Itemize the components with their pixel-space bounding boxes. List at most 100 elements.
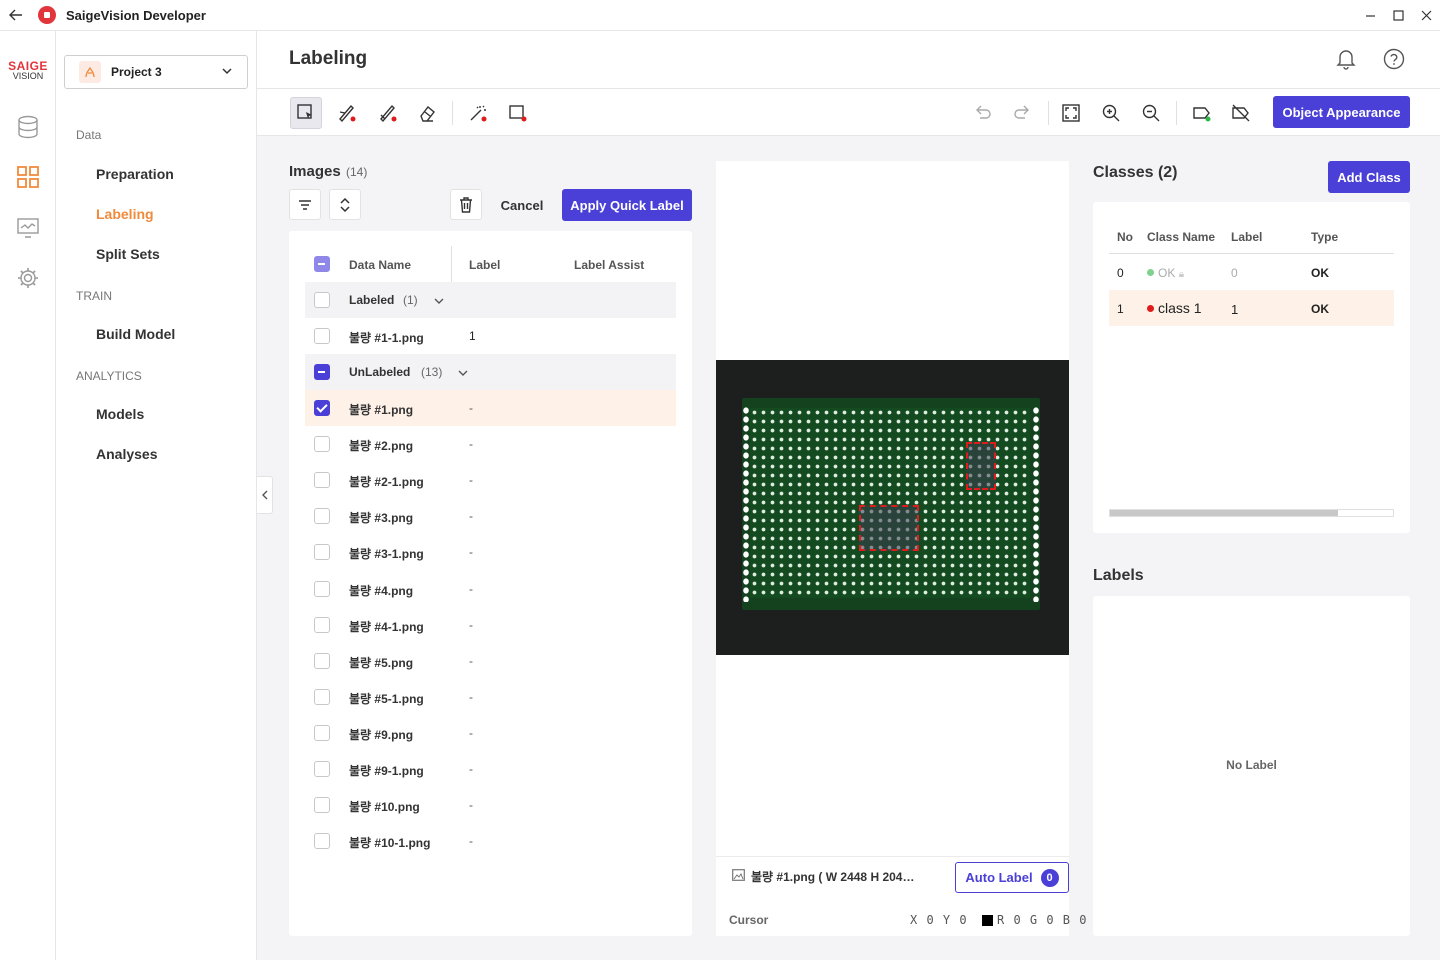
row-checkbox[interactable]: [314, 761, 330, 777]
row-checkbox[interactable]: [314, 688, 330, 705]
horizontal-scrollbar[interactable]: [1109, 509, 1394, 517]
select-tool-icon[interactable]: [290, 97, 322, 129]
minimize-icon[interactable]: [1356, 0, 1384, 31]
row-label: -: [469, 545, 473, 560]
chevron-down-icon[interactable]: [433, 294, 445, 309]
defect-box[interactable]: [859, 505, 919, 551]
images-count: (14): [346, 165, 368, 179]
table-row[interactable]: 불량 #10.png -: [305, 787, 676, 823]
filter-icon[interactable]: [289, 189, 321, 220]
hide-labels-icon[interactable]: [1225, 97, 1257, 129]
row-name: 불량 #2.png: [349, 439, 414, 454]
table-row[interactable]: 불량 #10-1.png -: [305, 823, 676, 859]
row-checkbox[interactable]: [314, 508, 330, 525]
app-logo-icon: [38, 6, 56, 24]
back-arrow-icon[interactable]: [0, 0, 31, 31]
monitor-chart-icon[interactable]: [14, 214, 42, 242]
nav-item-labeling[interactable]: Labeling: [96, 206, 154, 222]
chevron-down-icon[interactable]: [457, 366, 469, 381]
row-checkbox[interactable]: [314, 833, 330, 850]
bell-icon[interactable]: [1333, 46, 1359, 72]
group-unlabeled-checkbox[interactable]: [314, 364, 330, 380]
auto-label-button[interactable]: Auto Label 0: [955, 862, 1069, 893]
sidebar: Project 3 Data Preparation Labeling Spli…: [56, 31, 257, 960]
row-checkbox[interactable]: [314, 400, 330, 416]
group-labeled[interactable]: Labeled (1): [305, 282, 676, 318]
labels-title: Labels: [1093, 567, 1144, 584]
table-row[interactable]: 불량 #5.png -: [305, 643, 676, 679]
row-checkbox[interactable]: [314, 797, 330, 814]
class-row[interactable]: 0 OK 🔒︎ 0 OK: [1109, 254, 1394, 290]
select-all-checkbox[interactable]: [314, 256, 330, 272]
labeling-grid-icon[interactable]: [14, 163, 42, 191]
row-checkbox[interactable]: [314, 328, 330, 344]
add-class-button[interactable]: Add Class: [1328, 161, 1410, 193]
nav-item-build-model[interactable]: Build Model: [96, 326, 175, 342]
toolbar: Object Appearance: [257, 89, 1440, 136]
nav-item-preparation[interactable]: Preparation: [96, 166, 174, 182]
database-icon[interactable]: [14, 113, 42, 141]
table-row[interactable]: 불량 #4-1.png -: [305, 607, 676, 643]
sort-icon[interactable]: [329, 189, 361, 220]
table-row[interactable]: 불량 #1.png -: [305, 390, 676, 426]
nav-item-split-sets[interactable]: Split Sets: [96, 246, 160, 262]
brand-line-1: SAIGE: [8, 59, 48, 73]
box-tool-icon[interactable]: [502, 97, 534, 129]
eraser-tool-icon[interactable]: [411, 97, 443, 129]
close-icon[interactable]: [1412, 0, 1440, 31]
class-row[interactable]: 1 class 1 1 OK: [1109, 290, 1394, 326]
polygon-brush-tool-icon[interactable]: [372, 97, 404, 129]
class-color-dot: [1147, 305, 1154, 312]
row-checkbox[interactable]: [314, 544, 330, 561]
group-labeled-count: (1): [403, 293, 418, 307]
row-name: 불량 #4.png: [349, 583, 414, 598]
table-row[interactable]: 불량 #2.png -: [305, 426, 676, 462]
collapse-sidebar-button[interactable]: [257, 476, 273, 514]
class-name: OK 🔒︎: [1147, 266, 1184, 280]
labels-panel: No Label: [1093, 596, 1410, 936]
table-row[interactable]: 불량 #9-1.png -: [305, 751, 676, 787]
table-row[interactable]: 불량 #3.png -: [305, 498, 676, 534]
row-checkbox[interactable]: [314, 724, 330, 741]
zoom-out-icon[interactable]: [1135, 97, 1167, 129]
project-select[interactable]: Project 3: [64, 55, 248, 89]
table-row[interactable]: 불량 #1-1.png 1: [305, 318, 676, 354]
group-unlabeled-count: (13): [421, 365, 443, 379]
pcb-image: [742, 398, 1040, 610]
group-unlabeled[interactable]: UnLabeled (13): [305, 354, 676, 390]
redo-icon[interactable]: [1006, 97, 1038, 129]
fit-screen-icon[interactable]: [1055, 97, 1087, 129]
gear-icon[interactable]: [14, 264, 42, 292]
table-row[interactable]: 불량 #9.png -: [305, 715, 676, 751]
nav-item-models[interactable]: Models: [96, 406, 144, 422]
table-row[interactable]: 불량 #5-1.png -: [305, 679, 676, 715]
table-row[interactable]: 불량 #3-1.png -: [305, 534, 676, 570]
group-labeled-checkbox[interactable]: [314, 292, 330, 308]
table-row[interactable]: 불량 #2-1.png -: [305, 462, 676, 498]
nav-section-train: TRAIN: [76, 289, 112, 303]
row-checkbox[interactable]: [314, 652, 330, 669]
help-icon[interactable]: [1381, 46, 1407, 72]
cancel-button[interactable]: Cancel: [491, 190, 553, 220]
brush-tool-icon[interactable]: [331, 97, 363, 129]
column-class-label: Label: [1231, 230, 1263, 244]
maximize-icon[interactable]: [1384, 0, 1412, 31]
undo-icon[interactable]: [967, 97, 999, 129]
trash-icon[interactable]: [450, 189, 482, 220]
title-bar: SaigeVision Developer: [0, 0, 1440, 31]
defect-box[interactable]: [966, 442, 996, 490]
nav-item-analyses[interactable]: Analyses: [96, 446, 157, 462]
row-checkbox[interactable]: [314, 580, 330, 597]
object-appearance-button[interactable]: Object Appearance: [1273, 96, 1410, 128]
table-row[interactable]: 불량 #4.png -: [305, 571, 676, 607]
zoom-in-icon[interactable]: [1095, 97, 1127, 129]
row-checkbox[interactable]: [314, 616, 330, 633]
class-label: 1: [1231, 302, 1239, 317]
row-checkbox[interactable]: [314, 436, 330, 453]
magic-wand-tool-icon[interactable]: [462, 97, 494, 129]
apply-quick-label-button[interactable]: Apply Quick Label: [562, 189, 692, 221]
image-canvas[interactable]: [716, 360, 1069, 655]
cursor-color: R 0 G 0 B 0: [982, 913, 1087, 927]
show-labels-icon[interactable]: [1186, 97, 1218, 129]
row-checkbox[interactable]: [314, 472, 330, 489]
